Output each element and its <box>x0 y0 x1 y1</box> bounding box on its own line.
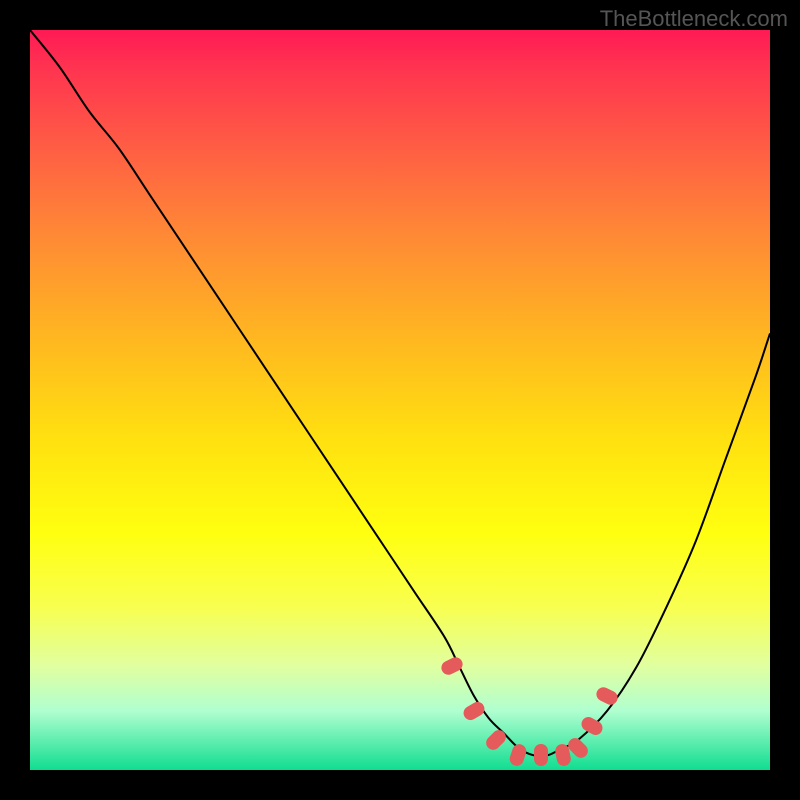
chart-marker-layer <box>30 30 770 770</box>
chart-marker <box>579 714 605 737</box>
attribution-text: TheBottleneck.com <box>600 6 788 32</box>
chart-marker <box>594 685 620 707</box>
chart-plot-area <box>30 30 770 770</box>
chart-marker <box>483 728 508 753</box>
chart-marker <box>439 655 465 677</box>
chart-marker <box>534 744 548 766</box>
chart-marker <box>461 699 487 722</box>
chart-marker <box>508 743 528 768</box>
